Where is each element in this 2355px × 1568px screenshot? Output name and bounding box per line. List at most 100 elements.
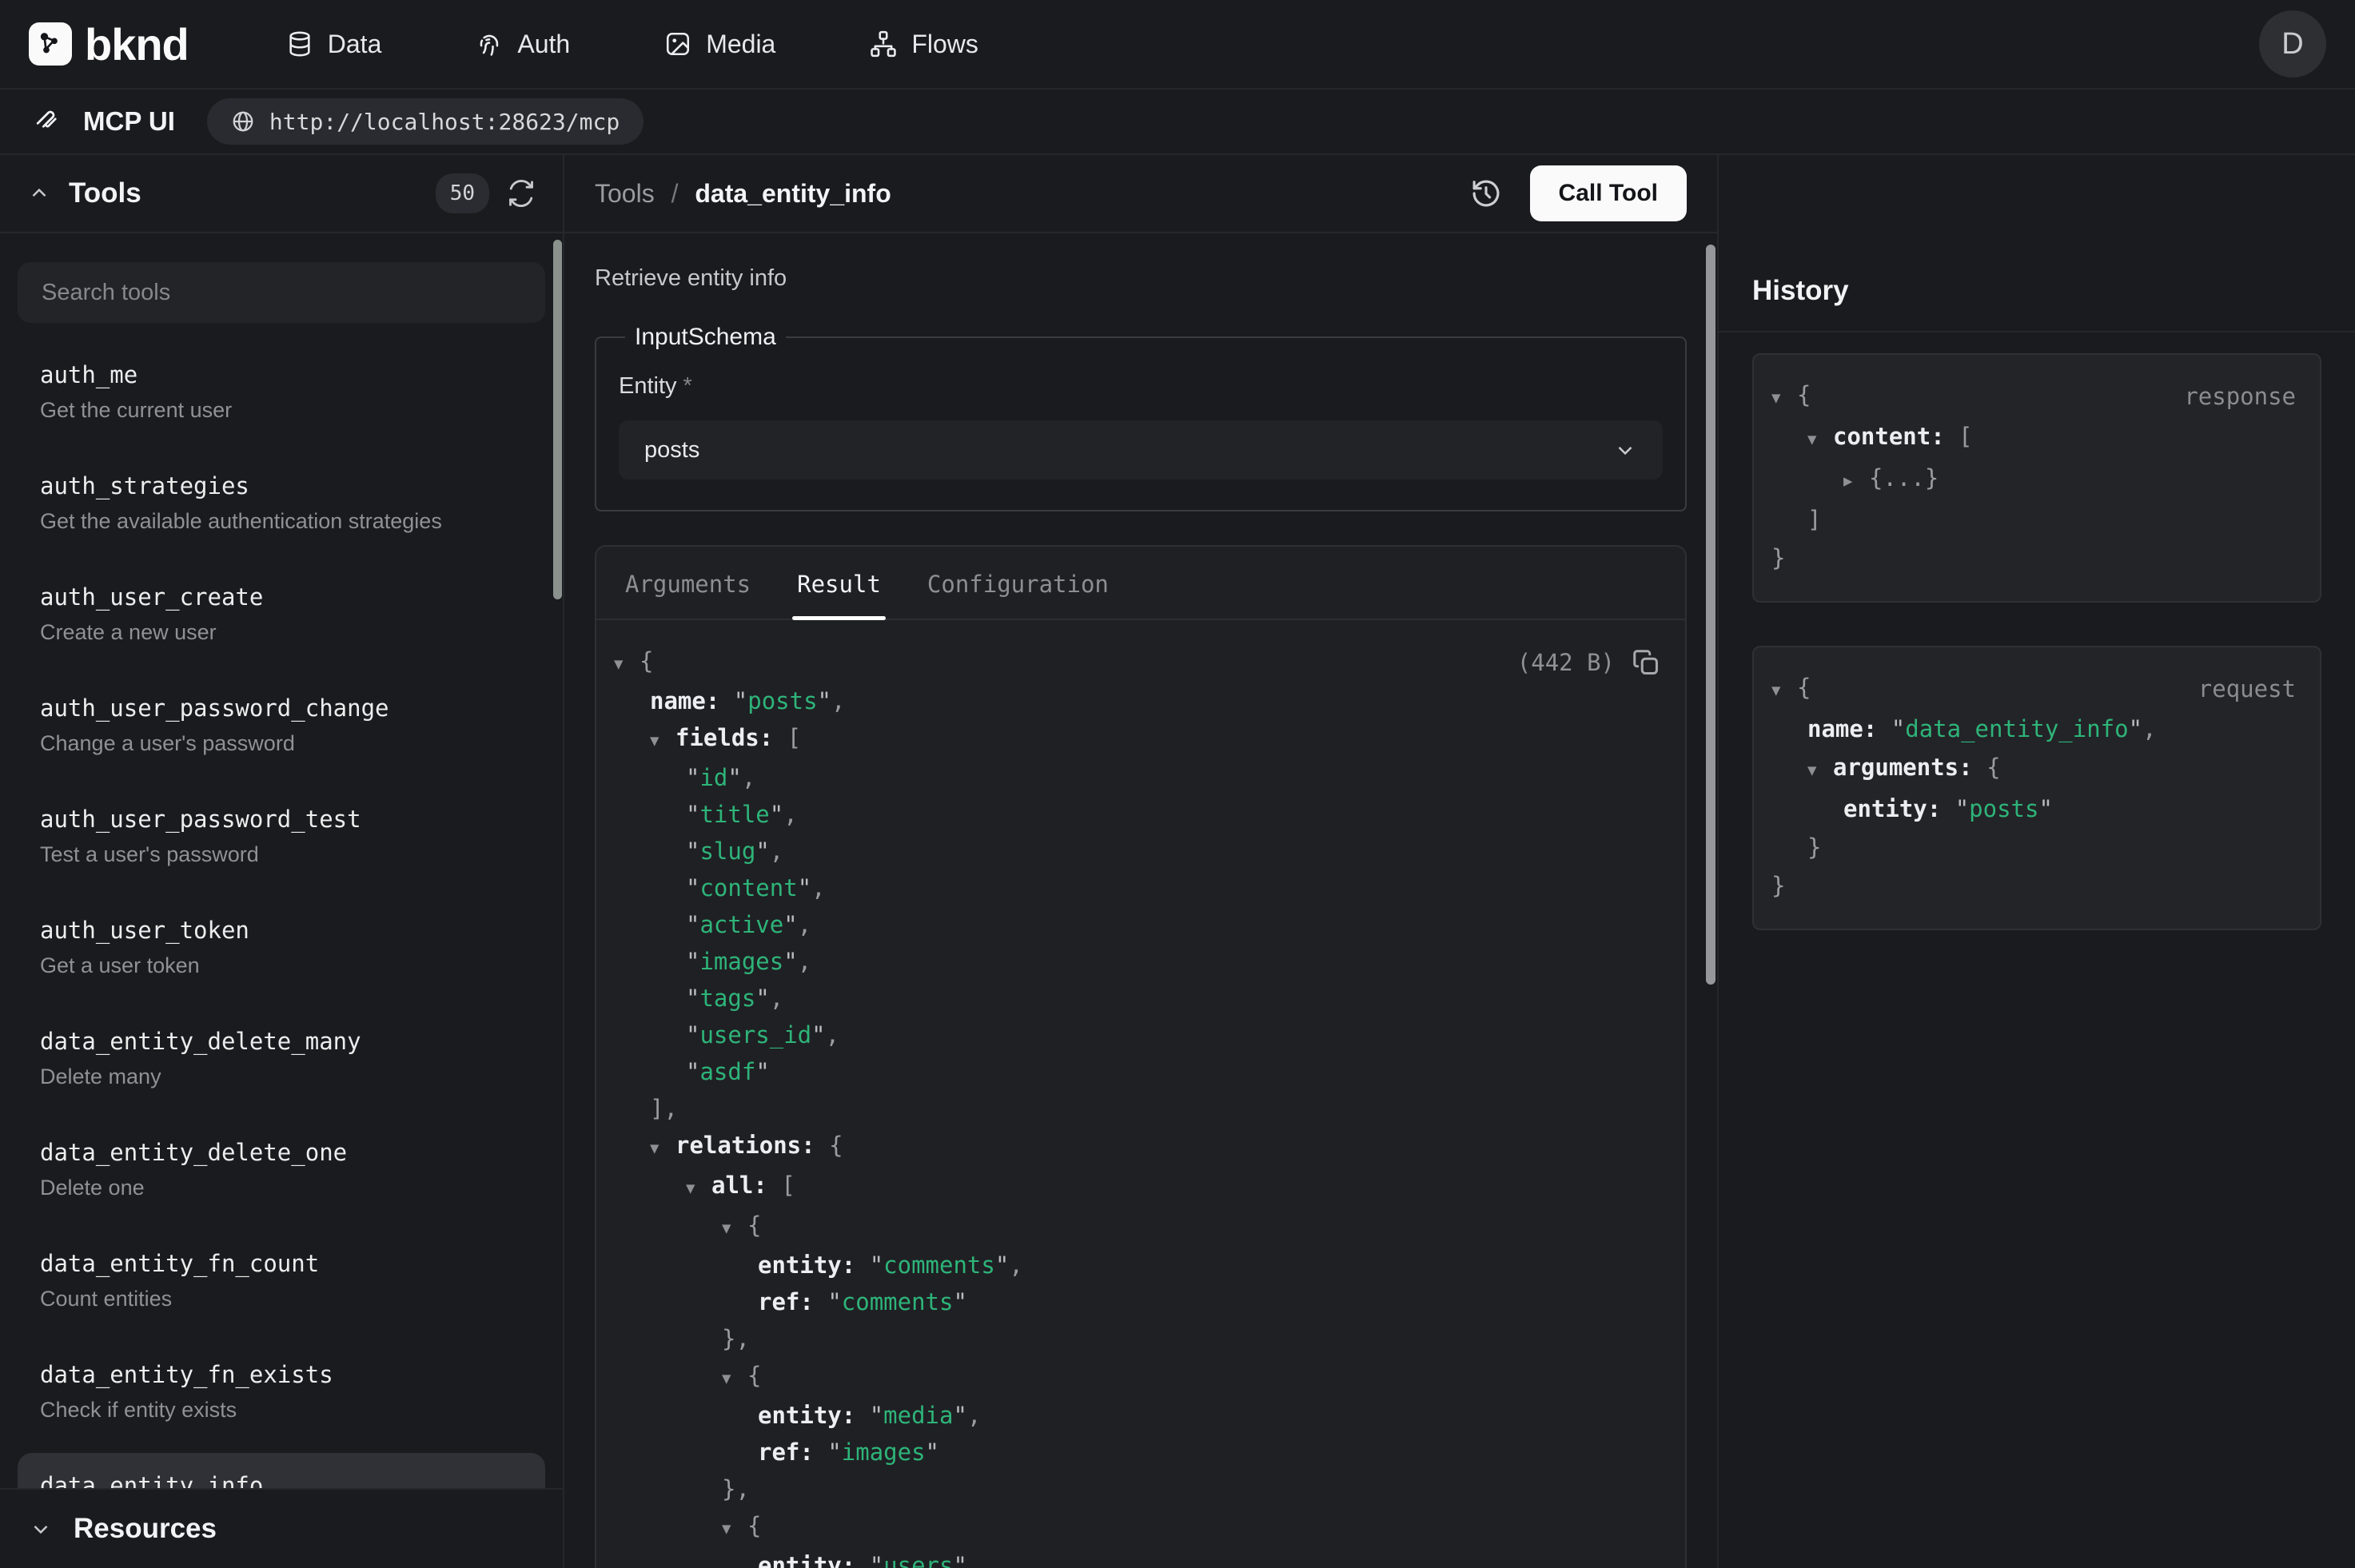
collapse-icon[interactable]: ▼ [686, 1170, 711, 1207]
json-line: "asdf" [596, 1053, 1661, 1090]
tool-list-item[interactable]: data_entity_fn_countCount entities [18, 1231, 545, 1331]
tool-name: auth_user_create [40, 583, 523, 611]
tool-description: Get the current user [40, 398, 523, 423]
history-icon[interactable] [1469, 177, 1503, 210]
tool-list-item[interactable]: data_entity_infoRetrieve entity info [18, 1453, 545, 1488]
expand-icon[interactable]: ▶ [1843, 462, 1869, 500]
tool-name: auth_me [40, 361, 523, 388]
tool-list-item[interactable]: auth_me Get the current user [18, 342, 545, 442]
history-entry-request[interactable]: request▼{name: "data_entity_info",▼argum… [1752, 646, 2321, 930]
json-line: entity: "users", [596, 1547, 1661, 1568]
json-line: "id", [596, 759, 1661, 796]
mcp-subheader: MCP UI http://localhost:28623/mcp [0, 90, 2355, 155]
collapse-icon[interactable]: ▼ [1771, 379, 1797, 417]
tool-list-item[interactable]: auth_user_create Create a new user [18, 564, 545, 664]
json-line: ] [1754, 500, 2297, 539]
user-avatar[interactable]: D [2259, 10, 2326, 78]
nav-item-data[interactable]: Data [286, 30, 382, 59]
tool-list-item[interactable]: data_entity_delete_oneDelete one [18, 1120, 545, 1220]
tool-detail-scroll: Retrieve entity info InputSchema Entity*… [564, 233, 1717, 1568]
copy-icon[interactable] [1631, 647, 1661, 678]
brand-name: bknd [85, 18, 189, 70]
history-entries: response▼{▼content: [▶{...}]} request▼{na… [1719, 332, 2355, 951]
tab-result[interactable]: Result [792, 547, 886, 619]
collapse-icon[interactable]: ▼ [1771, 671, 1797, 710]
collapse-icon[interactable]: ▼ [650, 1130, 675, 1167]
tool-description: Delete many [40, 1065, 523, 1089]
collapse-icon[interactable]: ▼ [614, 646, 640, 683]
globe-icon [231, 109, 255, 133]
entity-field-label: Entity* [619, 373, 1663, 400]
tool-name: data_entity_info [40, 1472, 523, 1488]
tool-list-item[interactable]: auth_strategiesGet the available authent… [18, 453, 545, 553]
refresh-icon[interactable] [507, 179, 536, 208]
json-line: entity: "media", [596, 1397, 1661, 1434]
entity-select-value: posts [644, 437, 699, 464]
tools-section-header[interactable]: Tools 50 [0, 155, 563, 233]
tool-name: auth_user_token [40, 917, 523, 944]
mcp-url: http://localhost:28623/mcp [269, 109, 620, 135]
tool-list-item[interactable]: auth_user_password_test Test a user's pas… [18, 786, 545, 886]
json-line: ▶{...} [1754, 459, 2297, 500]
json-line: } [1754, 539, 2297, 577]
nav-item-media[interactable]: Media [664, 30, 775, 59]
breadcrumb-section[interactable]: Tools [595, 179, 655, 208]
history-header: History [1719, 155, 2355, 332]
nav-item-auth[interactable]: Auth [476, 30, 570, 59]
tool-list-item[interactable]: data_entity_delete_many Delete many [18, 1009, 545, 1108]
primary-nav: Data Auth Media [286, 30, 978, 59]
entity-select[interactable]: posts [619, 420, 1663, 480]
tool-description: Create a new user [40, 620, 523, 645]
history-entry-response[interactable]: response▼{▼content: [▶{...}]} [1752, 353, 2321, 603]
json-line: ▼fields: [ [596, 719, 1661, 759]
tool-name: data_entity_fn_exists [40, 1361, 523, 1388]
nav-label: Media [706, 30, 775, 59]
tool-list-item[interactable]: auth_user_password_changeChange a user's… [18, 675, 545, 775]
chevron-down-icon [1613, 438, 1637, 462]
bknd-logo-icon[interactable] [29, 22, 72, 66]
nav-label: Flows [911, 30, 978, 59]
collapse-icon[interactable]: ▼ [1807, 751, 1833, 790]
json-line: "images", [596, 943, 1661, 980]
tool-name: data_entity_delete_many [40, 1028, 523, 1055]
result-tabs: Arguments Result Configuration [596, 547, 1685, 620]
content-row: Tools 50 auth_meGet the current userauth… [0, 155, 2355, 1568]
search-input[interactable] [18, 262, 545, 323]
tool-description: Test a user's password [40, 842, 523, 867]
json-line: ▼{ [596, 643, 1661, 683]
tool-description: Check if entity exists [40, 1398, 523, 1423]
collapse-icon[interactable]: ▼ [650, 722, 675, 759]
tab-configuration[interactable]: Configuration [922, 547, 1114, 619]
tool-list-item[interactable]: data_entity_fn_exists Check if entity exi… [18, 1342, 545, 1442]
tool-description: Retrieve entity info [595, 265, 1687, 292]
json-line: } [1754, 866, 2297, 905]
chevron-up-icon [27, 181, 51, 205]
json-line: ▼{ [596, 1357, 1661, 1397]
nav-label: Data [328, 30, 382, 59]
main-scrollbar[interactable] [1706, 245, 1715, 985]
json-line: ref: "comments" [596, 1283, 1661, 1320]
collapse-icon[interactable]: ▼ [1807, 420, 1833, 459]
tab-arguments[interactable]: Arguments [620, 547, 755, 619]
collapse-icon[interactable]: ▼ [722, 1210, 747, 1247]
json-line: name: "posts", [596, 683, 1661, 719]
tool-name: data_entity_delete_one [40, 1139, 523, 1166]
call-tool-button[interactable]: Call Tool [1530, 165, 1687, 221]
nav-item-flows[interactable]: Flows [870, 30, 978, 59]
tool-detail-header: Tools / data_entity_info Call Tool [564, 155, 1717, 233]
collapse-icon[interactable]: ▼ [722, 1510, 747, 1547]
json-line: ▼relations: { [596, 1127, 1661, 1167]
tools-count-badge: 50 [436, 173, 489, 213]
tool-list-item[interactable]: auth_user_tokenGet a user token [18, 897, 545, 997]
json-line: "users_id", [596, 1017, 1661, 1053]
json-line: "active", [596, 906, 1661, 943]
sidebar-scrollbar[interactable] [553, 240, 562, 599]
mcp-url-pill[interactable]: http://localhost:28623/mcp [207, 98, 644, 145]
collapse-icon[interactable]: ▼ [722, 1360, 747, 1397]
tool-name: auth_user_password_test [40, 806, 523, 833]
json-line: }, [596, 1470, 1661, 1507]
page-title: MCP UI [83, 106, 175, 137]
breadcrumb-current: data_entity_info [695, 179, 891, 208]
history-panel: History response▼{▼content: [▶{...}]} req… [1717, 155, 2355, 1568]
resources-section-header[interactable]: Resources [0, 1488, 563, 1568]
